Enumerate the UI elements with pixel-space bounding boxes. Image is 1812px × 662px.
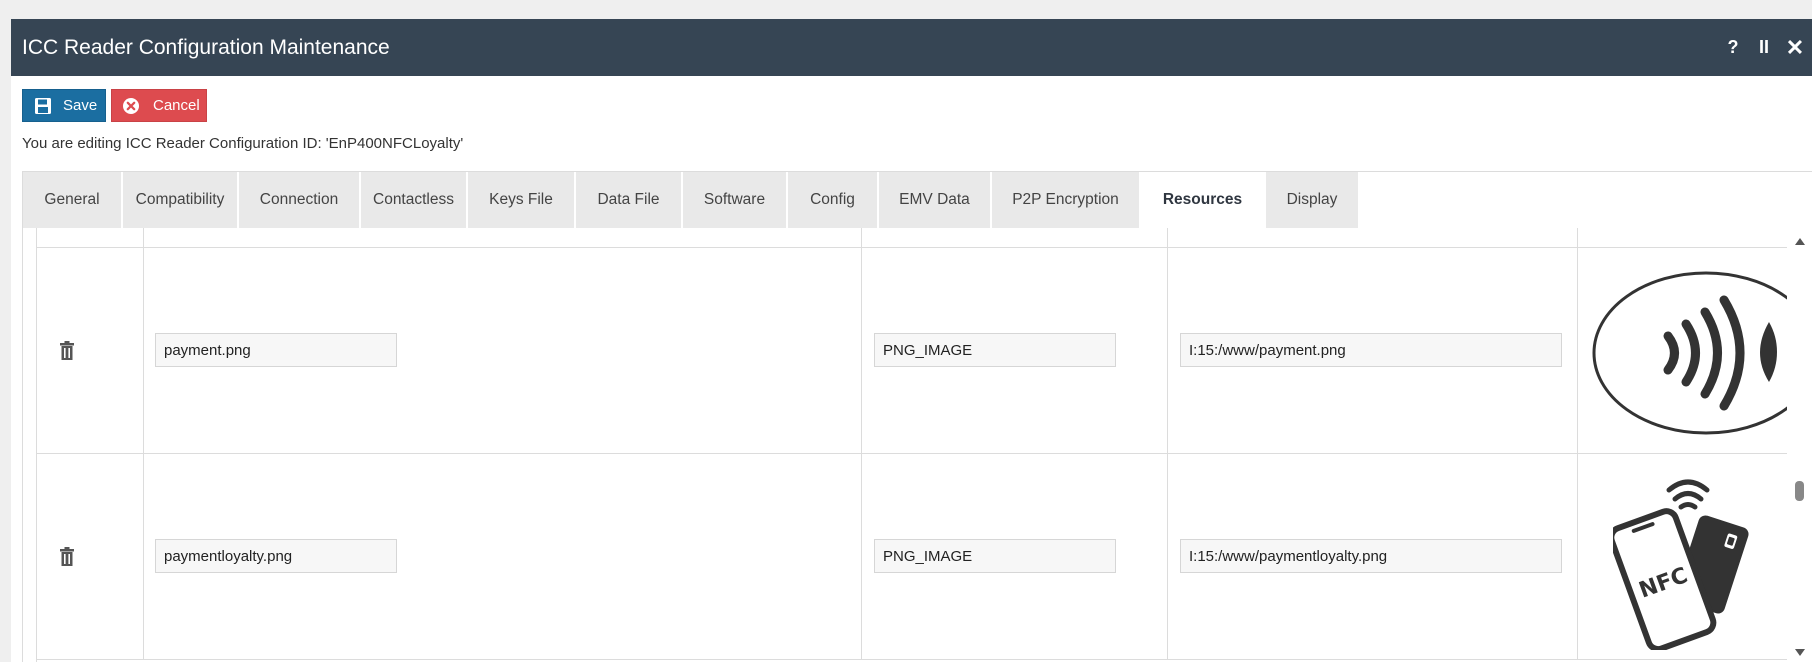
config-dialog: ICC Reader Configuration Maintenance ? I… xyxy=(11,19,1812,662)
contactless-payment-icon xyxy=(1592,271,1788,435)
scroll-down-arrow-icon[interactable] xyxy=(1794,648,1806,658)
tab-config[interactable]: Config xyxy=(788,172,879,228)
tab-panel: General Compatibility Connection Contact… xyxy=(22,171,1812,662)
pause-icon[interactable]: II xyxy=(1752,19,1776,76)
close-icon[interactable]: ✕ xyxy=(1783,19,1807,76)
tab-p2p-encryption[interactable]: P2P Encryption xyxy=(992,172,1141,228)
resource-name-field[interactable]: paymentloyalty.png xyxy=(155,539,397,573)
trash-icon[interactable] xyxy=(59,341,75,361)
table-row: payment.png PNG_IMAGE I:15:/www/payment.… xyxy=(37,248,1788,454)
tab-display[interactable]: Display xyxy=(1266,172,1360,228)
scrollbar-thumb[interactable] xyxy=(1795,481,1804,501)
tab-emv-data[interactable]: EMV Data xyxy=(879,172,992,228)
preview-cell: NFC xyxy=(1578,454,1788,659)
close-circle-icon xyxy=(121,96,141,116)
tab-contactless[interactable]: Contactless xyxy=(361,172,468,228)
tab-connection[interactable]: Connection xyxy=(239,172,361,228)
save-button-label: Save xyxy=(63,97,98,114)
nfc-phone-card-icon: NFC xyxy=(1613,479,1749,650)
scroll-up-arrow-icon[interactable] xyxy=(1794,236,1806,246)
preview-cell xyxy=(1578,248,1788,453)
tab-resources[interactable]: Resources xyxy=(1141,172,1266,228)
tab-bar: General Compatibility Connection Contact… xyxy=(23,172,1360,228)
title-bar: ICC Reader Configuration Maintenance ? I… xyxy=(11,19,1812,76)
tab-compatibility[interactable]: Compatibility xyxy=(123,172,239,228)
resource-type-field[interactable]: PNG_IMAGE xyxy=(874,333,1116,367)
tab-software[interactable]: Software xyxy=(683,172,788,228)
help-icon[interactable]: ? xyxy=(1721,19,1745,76)
editing-message: You are editing ICC Reader Configuration… xyxy=(22,135,464,152)
dialog-title: ICC Reader Configuration Maintenance xyxy=(22,36,390,59)
resource-path-field[interactable]: I:15:/www/payment.png xyxy=(1180,333,1562,367)
cancel-button[interactable]: Cancel xyxy=(111,89,207,122)
resource-type-field[interactable]: PNG_IMAGE xyxy=(874,539,1116,573)
table-row xyxy=(37,228,1788,248)
tab-general[interactable]: General xyxy=(23,172,123,228)
resources-grid: payment.png PNG_IMAGE I:15:/www/payment.… xyxy=(36,228,1788,662)
resource-name-field[interactable]: payment.png xyxy=(155,333,397,367)
preview-cell xyxy=(1578,228,1788,247)
table-row: paymentloyalty.png PNG_IMAGE I:15:/www/p… xyxy=(37,454,1788,660)
image-preview-fragment xyxy=(1591,228,1671,232)
floppy-disk-icon xyxy=(33,96,53,116)
tab-data-file[interactable]: Data File xyxy=(576,172,683,228)
trash-icon[interactable] xyxy=(59,547,75,567)
tab-keys-file[interactable]: Keys File xyxy=(468,172,576,228)
save-button[interactable]: Save xyxy=(22,89,106,122)
cancel-button-label: Cancel xyxy=(153,97,200,114)
vertical-scrollbar[interactable] xyxy=(1787,228,1812,662)
resource-path-field[interactable]: I:15:/www/paymentloyalty.png xyxy=(1180,539,1562,573)
